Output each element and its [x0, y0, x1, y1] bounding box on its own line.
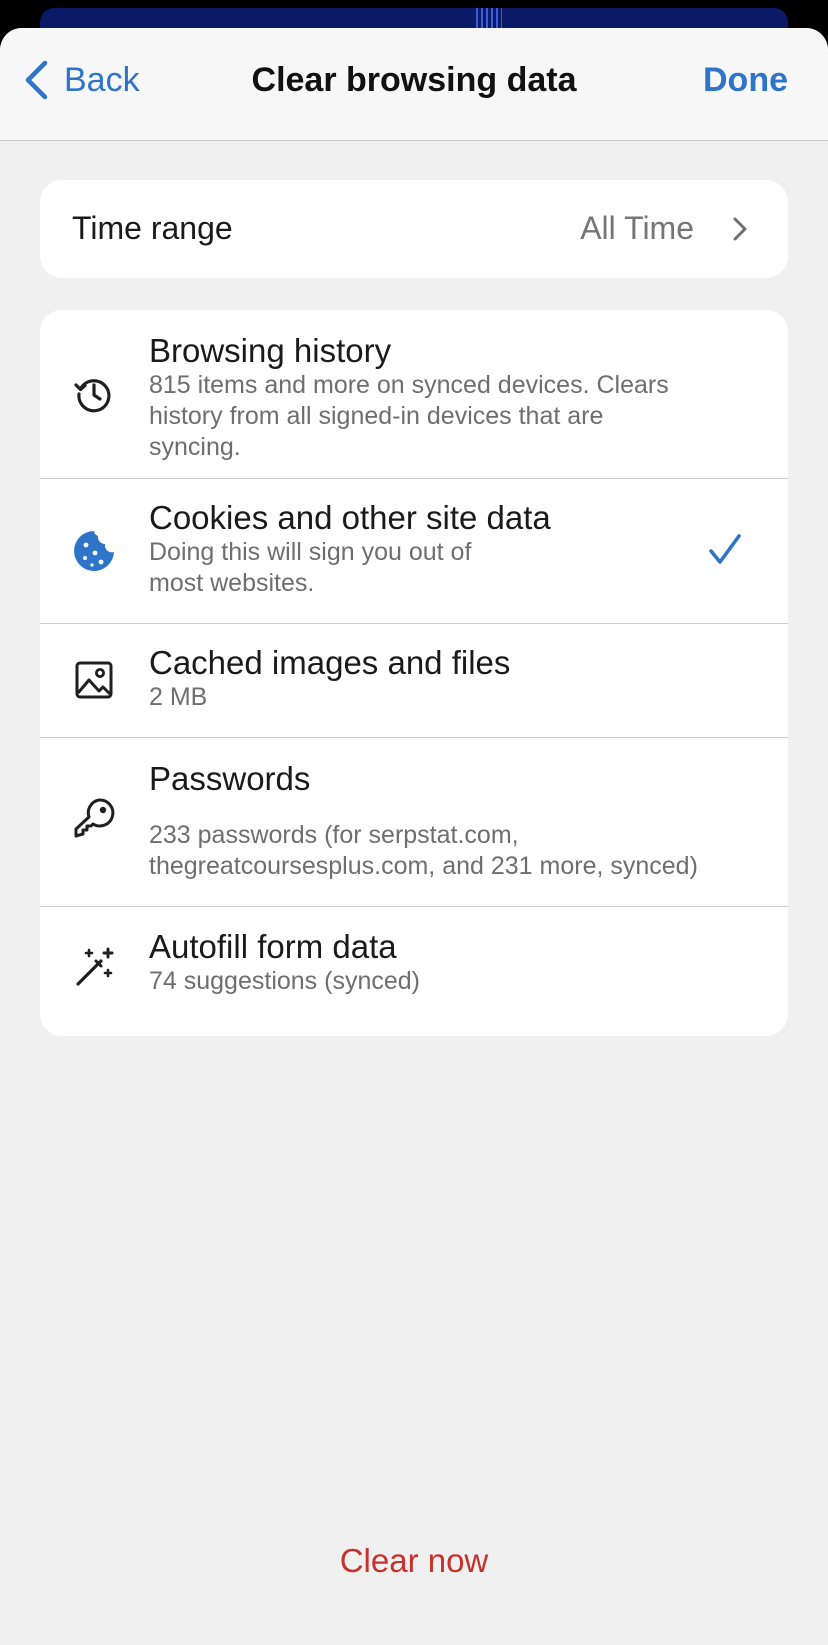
- subtitle-line: 233 passwords (for serpstat.com,: [149, 821, 519, 849]
- image-icon: [75, 661, 113, 699]
- option-subtitle: 74 suggestions (synced): [149, 966, 420, 997]
- checkmark-icon: [709, 534, 741, 564]
- option-browsing-history[interactable]: Browsing history 815 items and more on s…: [40, 310, 788, 478]
- chevron-right-icon: [733, 217, 747, 241]
- cookie-icon: [74, 531, 114, 571]
- subtitle-line: Doing this will sign you out of: [149, 538, 472, 566]
- option-passwords[interactable]: Passwords 233 passwords (for serpstat.co…: [40, 738, 788, 906]
- subtitle-line: history from all signed-in devices that …: [149, 402, 604, 430]
- subtitle-line: most websites.: [149, 569, 315, 597]
- option-title: Cookies and other site data: [149, 499, 551, 536]
- subtitle-line: 2 MB: [149, 683, 208, 711]
- time-range-value: All Time: [580, 210, 694, 246]
- subtitle-line: 815 items and more on synced devices. Cl…: [149, 371, 669, 399]
- clear-browsing-data-sheet: Back Clear browsing data Done Time range…: [0, 28, 828, 1645]
- magic-wand-icon: [76, 947, 114, 986]
- option-cached-images-files[interactable]: Cached images and files 2 MB: [40, 624, 788, 737]
- subtitle-line: thegreatcoursesplus.com, and 231 more, s…: [149, 852, 698, 880]
- option-subtitle: 815 items and more on synced devices. Cl…: [149, 370, 669, 463]
- navigation-bar: Back Clear browsing data Done: [0, 28, 828, 141]
- time-range-row[interactable]: Time range All Time: [40, 180, 788, 278]
- done-button[interactable]: Done: [703, 61, 788, 100]
- option-subtitle: 2 MB: [149, 682, 207, 713]
- option-title: Passwords: [149, 760, 311, 797]
- option-title: Cached images and files: [149, 644, 511, 681]
- time-range-label: Time range: [72, 210, 233, 246]
- subtitle-line: syncing.: [149, 433, 241, 461]
- option-title: Browsing history: [149, 332, 392, 369]
- history-icon: [74, 379, 111, 413]
- background-app-detail: [476, 8, 502, 30]
- option-title: Autofill form data: [149, 928, 397, 965]
- key-icon: [74, 798, 115, 838]
- clear-now-button[interactable]: Clear now: [0, 1542, 828, 1580]
- option-cookies-site-data[interactable]: Cookies and other site data Doing this w…: [40, 479, 788, 623]
- option-autofill-form-data[interactable]: Autofill form data 74 suggestions (synce…: [40, 907, 788, 1036]
- option-subtitle: Doing this will sign you out of most web…: [149, 537, 471, 599]
- option-subtitle: 233 passwords (for serpstat.com, thegrea…: [149, 820, 698, 882]
- data-types-list: Browsing history 815 items and more on s…: [40, 310, 788, 1036]
- subtitle-line: 74 suggestions (synced): [149, 967, 420, 995]
